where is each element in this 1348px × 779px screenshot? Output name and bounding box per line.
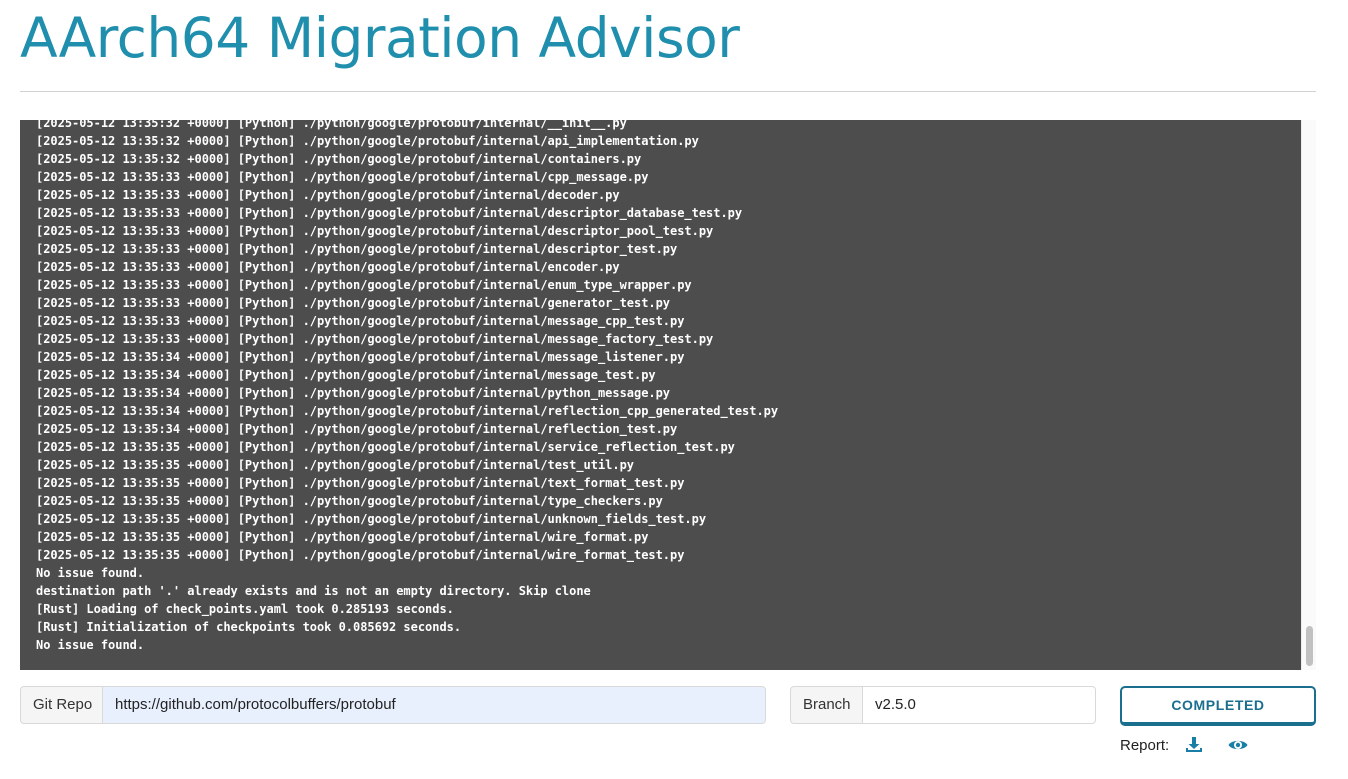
log-line: [2025-05-12 13:35:35 +0000] [Python] ./p… — [36, 494, 663, 508]
log-panel: [2025-05-12 13:35:32 +0000] [Python] ./p… — [20, 120, 1316, 670]
log-line: [2025-05-12 13:35:34 +0000] [Python] ./p… — [36, 350, 685, 364]
log-line: [2025-05-12 13:35:33 +0000] [Python] ./p… — [36, 260, 620, 274]
log-line: [2025-05-12 13:35:32 +0000] [Python] ./p… — [36, 152, 642, 166]
log-console[interactable]: [2025-05-12 13:35:32 +0000] [Python] ./p… — [20, 120, 1301, 670]
branch-label: Branch — [790, 686, 863, 724]
log-line: [2025-05-12 13:35:35 +0000] [Python] ./p… — [36, 476, 685, 490]
log-line: [2025-05-12 13:35:33 +0000] [Python] ./p… — [36, 206, 743, 220]
log-scrollbar-thumb[interactable] — [1306, 626, 1313, 666]
log-line: [2025-05-12 13:35:33 +0000] [Python] ./p… — [36, 188, 620, 202]
log-line: [2025-05-12 13:35:35 +0000] [Python] ./p… — [36, 458, 634, 472]
log-line: [2025-05-12 13:35:35 +0000] [Python] ./p… — [36, 548, 685, 562]
branch-input[interactable]: v2.5.0 — [863, 686, 1096, 724]
log-line: [2025-05-12 13:35:33 +0000] [Python] ./p… — [36, 278, 692, 292]
log-line: [2025-05-12 13:35:33 +0000] [Python] ./p… — [36, 170, 649, 184]
log-line: [2025-05-12 13:35:33 +0000] [Python] ./p… — [36, 314, 685, 328]
page-title: AArch64 Migration Advisor — [20, 6, 740, 70]
log-line: [2025-05-12 13:35:32 +0000] [Python] ./p… — [36, 120, 627, 130]
log-lines: [2025-05-12 13:35:32 +0000] [Python] ./p… — [36, 120, 778, 654]
log-scrollbar[interactable] — [1301, 120, 1316, 670]
log-line: [2025-05-12 13:35:35 +0000] [Python] ./p… — [36, 440, 735, 454]
log-line: [2025-05-12 13:35:34 +0000] [Python] ./p… — [36, 386, 671, 400]
log-line: [2025-05-12 13:35:34 +0000] [Python] ./p… — [36, 422, 678, 436]
report-row: Report: — [1120, 734, 1271, 756]
log-line: [2025-05-12 13:35:35 +0000] [Python] ./p… — [36, 530, 649, 544]
log-line: [Rust] Loading of check_points.yaml took… — [36, 602, 454, 616]
log-line: destination path '.' already exists and … — [36, 584, 591, 598]
git-repo-input[interactable]: https://github.com/protocolbuffers/proto… — [103, 686, 766, 724]
log-line: [2025-05-12 13:35:33 +0000] [Python] ./p… — [36, 332, 714, 346]
git-repo-group: Git Repo https://github.com/protocolbuff… — [20, 686, 766, 724]
report-label: Report: — [1120, 736, 1170, 754]
log-line: [2025-05-12 13:35:33 +0000] [Python] ./p… — [36, 224, 714, 238]
log-line: [2025-05-12 13:35:34 +0000] [Python] ./p… — [36, 368, 656, 382]
title-divider — [20, 91, 1316, 92]
git-repo-label: Git Repo — [20, 686, 103, 724]
branch-group: Branch v2.5.0 — [790, 686, 1096, 724]
eye-icon[interactable] — [1227, 735, 1249, 755]
log-line: [2025-05-12 13:35:34 +0000] [Python] ./p… — [36, 404, 779, 418]
log-line: [2025-05-12 13:35:33 +0000] [Python] ./p… — [36, 296, 671, 310]
log-line: No issue found. — [36, 566, 145, 580]
log-line: [Rust] Initialization of checkpoints too… — [36, 620, 462, 634]
log-line: [2025-05-12 13:35:32 +0000] [Python] ./p… — [36, 134, 699, 148]
log-line: [2025-05-12 13:35:33 +0000] [Python] ./p… — [36, 242, 678, 256]
log-line: No issue found. — [36, 638, 145, 652]
status-completed-button[interactable]: COMPLETED — [1120, 686, 1316, 726]
log-line: [2025-05-12 13:35:35 +0000] [Python] ./p… — [36, 512, 707, 526]
download-icon[interactable] — [1183, 735, 1205, 755]
